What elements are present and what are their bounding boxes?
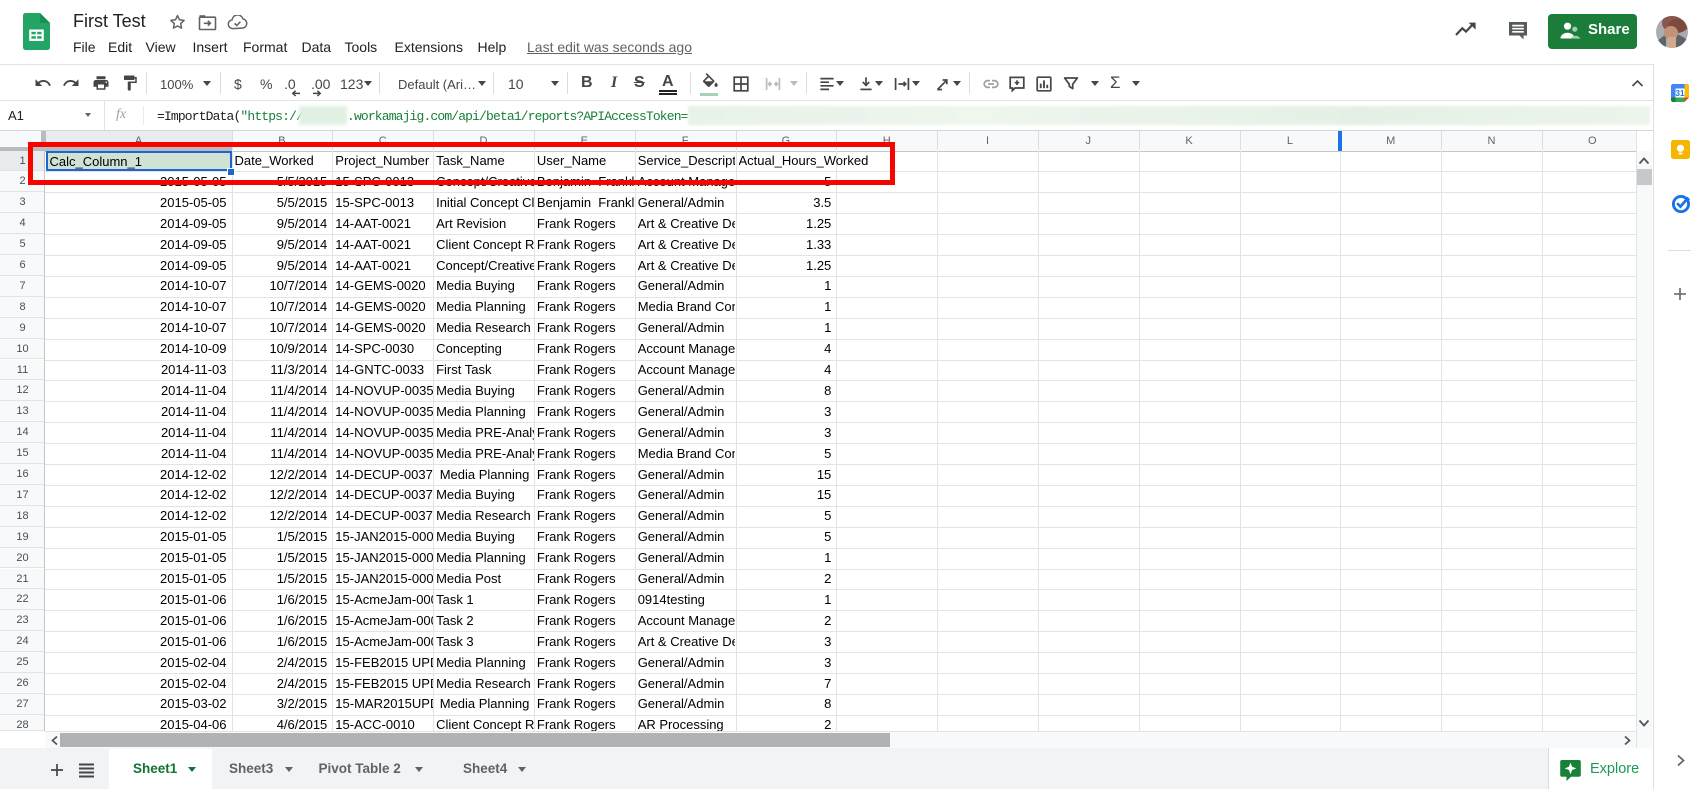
svg-text:31: 31 [1676,89,1685,98]
